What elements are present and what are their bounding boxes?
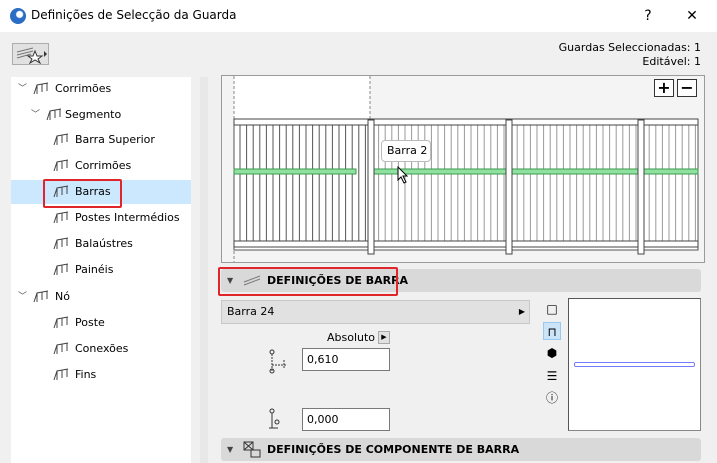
- chevron-right-icon: ▶: [518, 307, 525, 316]
- tree-item[interactable]: Barra Superior: [11, 128, 191, 152]
- tree-item-label: Corrimões: [75, 159, 132, 172]
- height-input[interactable]: 0,610: [302, 348, 390, 371]
- plan-view-icon[interactable]: □: [543, 300, 561, 318]
- selection-info: Guardas Seleccionadas: 1 Editável: 1: [559, 41, 701, 69]
- component-settings-title: DEFINIÇÕES DE COMPONENTE DE BARRA: [267, 443, 520, 456]
- tree-item[interactable]: Fins: [11, 363, 191, 387]
- profile-shape: [574, 362, 695, 367]
- tree-item-label: Barra Superior: [75, 133, 155, 146]
- tree-item-label: Segmento: [65, 108, 122, 121]
- tree-item[interactable]: ﹀ Nó: [11, 285, 191, 309]
- post: [637, 119, 645, 255]
- railing-part-icon: [53, 368, 69, 381]
- chevron-down-icon[interactable]: ﹀: [18, 285, 27, 309]
- component-icon: [243, 441, 261, 458]
- info-icon[interactable]: ⓘ: [543, 389, 561, 407]
- offset-icon: [269, 408, 280, 429]
- offset-input[interactable]: 0,000: [302, 408, 390, 431]
- bar-profile-dropdown[interactable]: Barra 24 ▶: [221, 300, 530, 324]
- help-button[interactable]: ?: [633, 4, 663, 28]
- selected-bar: [643, 168, 699, 175]
- tree-item[interactable]: Postes Intermédios: [11, 206, 191, 230]
- railing-part-icon: [53, 211, 69, 224]
- tree-item[interactable]: Balaústres: [11, 232, 191, 256]
- chevron-down-icon[interactable]: ﹀: [18, 77, 27, 101]
- tree-item[interactable]: Conexões: [11, 337, 191, 361]
- tree-item[interactable]: ﹀ Corrimões: [11, 77, 191, 101]
- tree-item[interactable]: Corrimões: [11, 154, 191, 178]
- tree-item-label: Corrimões: [55, 82, 112, 95]
- selected-bar: [511, 168, 639, 175]
- railing-part-icon: [33, 82, 49, 95]
- tree-item-label: Fins: [75, 368, 97, 381]
- railing-preview[interactable]: [221, 75, 705, 263]
- bar-settings-highlight: [218, 267, 398, 296]
- tree-item[interactable]: Painéis: [11, 258, 191, 282]
- component-settings-header[interactable]: ▼ DEFINIÇÕES DE COMPONENTE DE BARRA: [221, 438, 701, 461]
- top-rail: [233, 118, 699, 126]
- railing-part-icon: [33, 290, 49, 303]
- tree-item-label: Postes Intermédios: [75, 211, 180, 224]
- tree-item-label: Conexões: [75, 342, 129, 355]
- panel-splitter[interactable]: [200, 77, 208, 463]
- elevation-view-icon[interactable]: ☰: [543, 367, 561, 385]
- railing-part-icon: [53, 342, 69, 355]
- railing-part-icon: [53, 263, 69, 276]
- railing-part-icon: [53, 237, 69, 250]
- railing-drawing: [222, 76, 704, 262]
- tree-item-label: Balaústres: [75, 237, 133, 250]
- barras-highlight: [43, 179, 122, 208]
- favorites-star-icon: [16, 47, 47, 65]
- mode-label: Absoluto: [327, 331, 376, 344]
- collapse-triangle-icon: ▼: [227, 445, 234, 454]
- mode-button[interactable]: ▶: [378, 331, 390, 344]
- zoom-in-button[interactable]: +: [654, 79, 674, 97]
- tree-item[interactable]: Poste: [11, 311, 191, 335]
- close-button[interactable]: ✕: [677, 4, 707, 28]
- cursor-icon: [397, 166, 409, 184]
- section-view-icon[interactable]: ⊓: [543, 322, 561, 340]
- settings-tree: ﹀ Corrimões ﹀ Segmento Barra Superior Corrimõ…: [11, 77, 191, 463]
- railing-part-icon: [53, 159, 69, 172]
- bottom-rail: [233, 240, 699, 248]
- 3d-view-icon[interactable]: ⬢: [543, 344, 561, 362]
- post: [367, 119, 375, 255]
- railing-part-icon: [46, 108, 62, 121]
- zoom-out-button[interactable]: −: [677, 79, 697, 97]
- editable-count: Editável: 1: [642, 55, 701, 68]
- tree-item-label: Poste: [75, 316, 105, 329]
- chevron-down-icon[interactable]: ﹀: [31, 103, 40, 127]
- bar-profile-value: Barra 24: [227, 305, 275, 318]
- tree-item-label: Painéis: [75, 263, 114, 276]
- railing-part-icon: [53, 133, 69, 146]
- post: [505, 119, 513, 255]
- app-icon: [10, 8, 26, 24]
- railing-part-icon: [53, 316, 69, 329]
- selected-count: Guardas Seleccionadas: 1: [558, 41, 701, 54]
- selected-bar: [233, 168, 357, 175]
- selected-bar: [371, 168, 507, 175]
- tree-item[interactable]: ﹀ Segmento: [11, 103, 191, 127]
- favorites-button[interactable]: [12, 43, 49, 65]
- bar-tooltip: Barra 2: [381, 140, 431, 162]
- window-title: Definições de Selecção da Guarda: [31, 8, 237, 22]
- vertical-scrollbar[interactable]: [705, 75, 717, 463]
- height-icon: [269, 349, 287, 374]
- tree-item-label: Nó: [55, 290, 70, 303]
